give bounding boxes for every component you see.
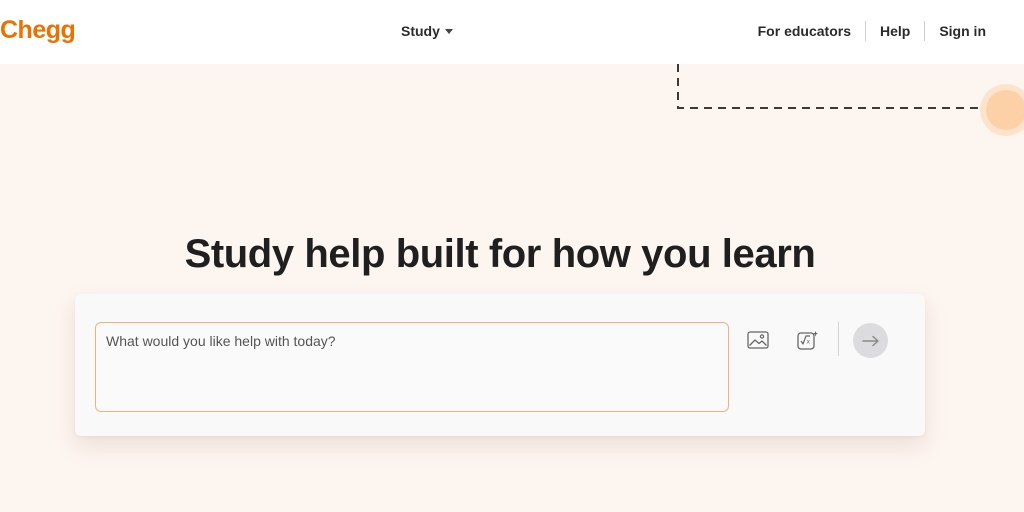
chevron-down-icon bbox=[444, 29, 453, 34]
nav-divider bbox=[924, 21, 926, 41]
dashed-line bbox=[677, 64, 982, 109]
study-menu-button[interactable]: Study bbox=[401, 20, 453, 42]
toolbar-divider bbox=[838, 322, 839, 356]
math-formula-icon: x bbox=[797, 331, 818, 350]
chegg-logo[interactable]: Chegg bbox=[0, 12, 76, 48]
math-input-button[interactable]: x bbox=[793, 325, 823, 355]
hero-title: Study help built for how you learn bbox=[184, 232, 816, 276]
for-educators-link[interactable]: For educators bbox=[758, 23, 851, 39]
upload-image-button[interactable] bbox=[743, 325, 773, 355]
submit-question-button[interactable] bbox=[853, 323, 888, 358]
svg-text:x: x bbox=[807, 339, 811, 346]
question-input[interactable] bbox=[95, 322, 729, 412]
study-menu-label: Study bbox=[401, 23, 440, 39]
search-card: x bbox=[75, 294, 925, 436]
help-link[interactable]: Help bbox=[880, 23, 910, 39]
image-icon bbox=[747, 331, 769, 349]
header-right-links: For educators Help Sign in bbox=[758, 20, 986, 42]
decorative-dashed-path bbox=[677, 64, 1024, 136]
nav-divider bbox=[864, 21, 866, 41]
top-navigation-bar: Chegg Study For educators Help Sign in bbox=[0, 0, 1024, 64]
sign-in-link[interactable]: Sign in bbox=[939, 23, 986, 39]
arrow-right-icon bbox=[861, 335, 879, 346]
